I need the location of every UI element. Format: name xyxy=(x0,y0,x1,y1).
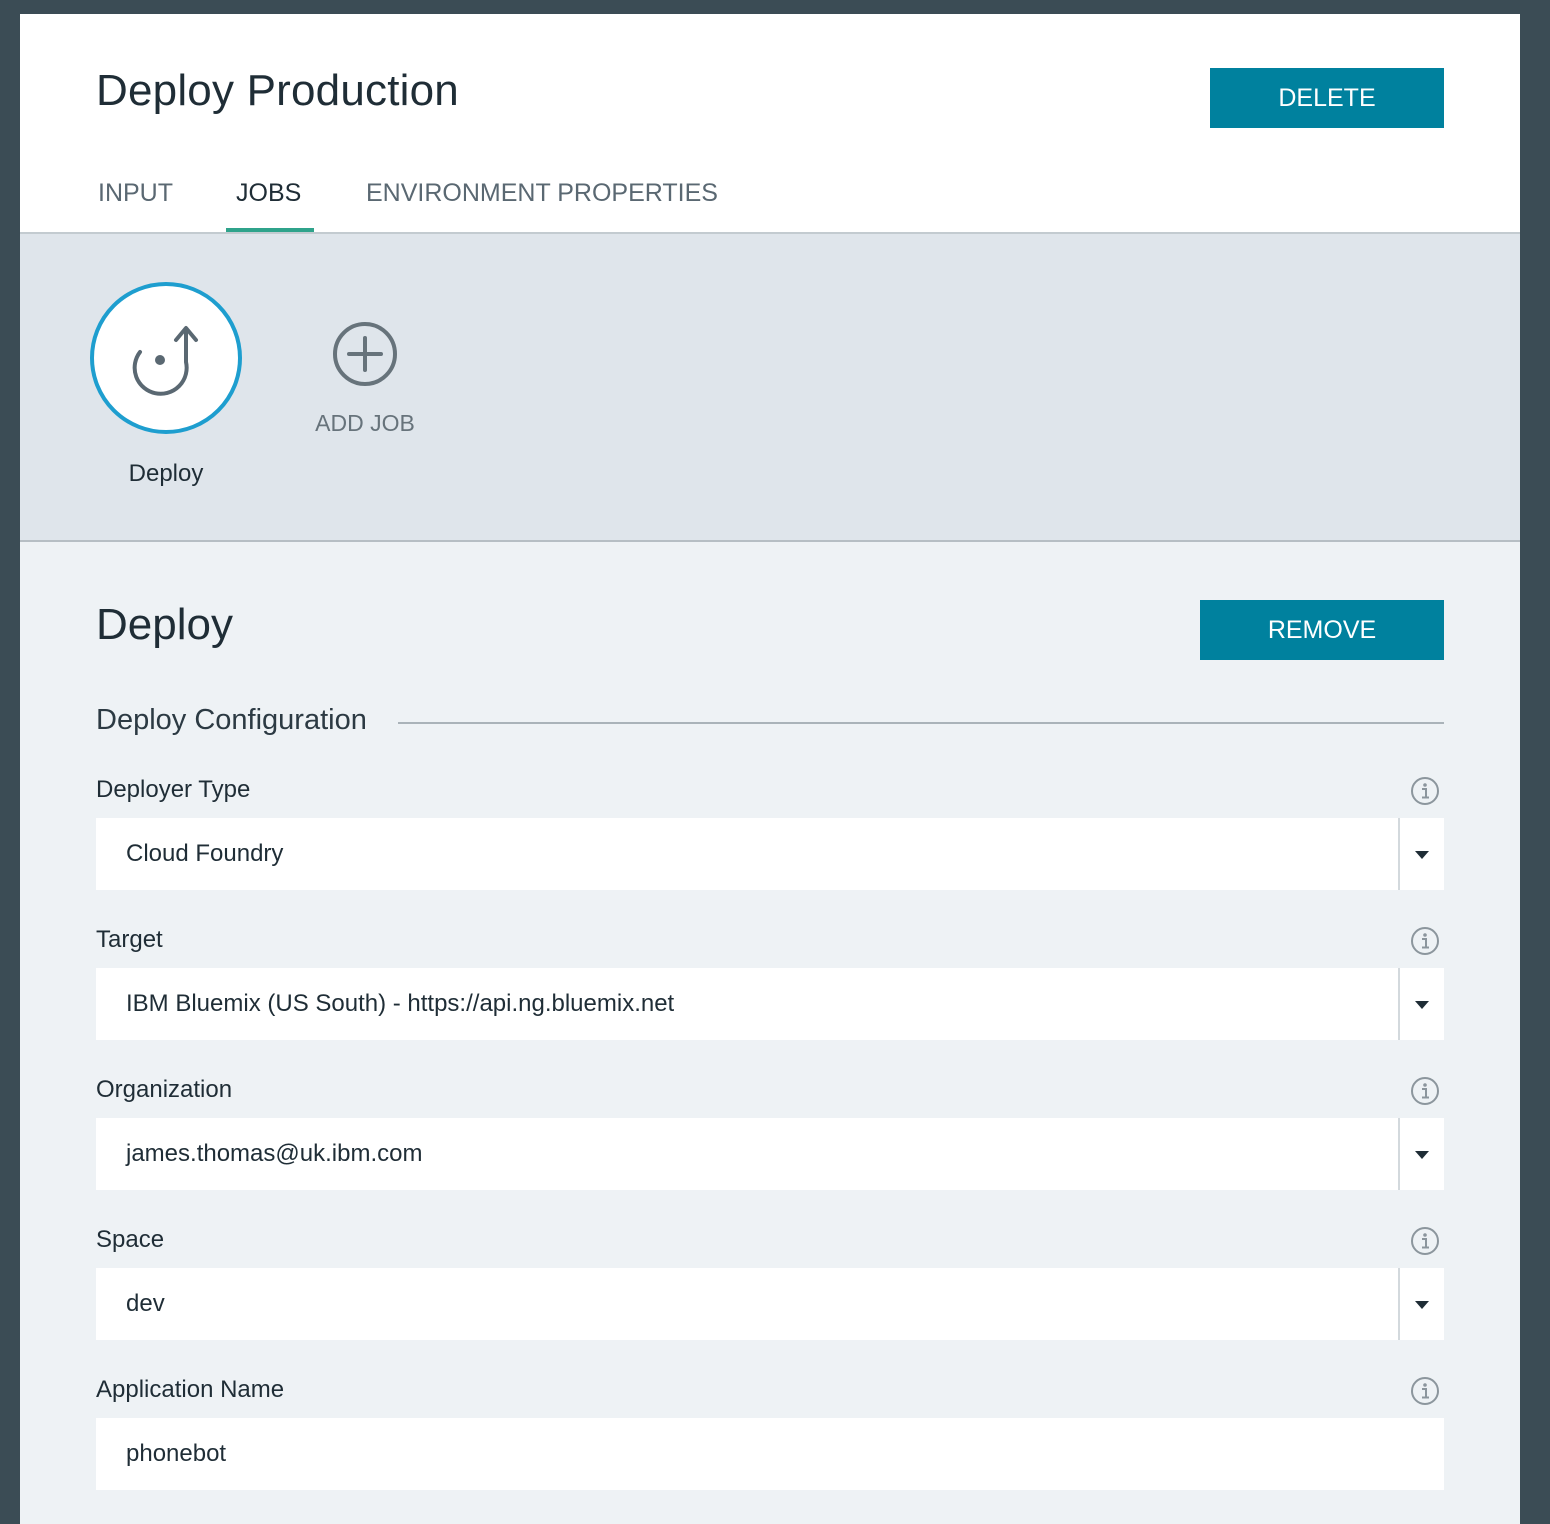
tab-input[interactable]: INPUT xyxy=(98,174,173,232)
plus-circle-icon xyxy=(333,322,397,386)
add-job-label: ADD JOB xyxy=(315,410,415,436)
space-select[interactable]: dev xyxy=(96,1268,1444,1340)
tab-environment-properties[interactable]: ENVIRONMENT PROPERTIES xyxy=(366,174,718,232)
deployer-type-value: Cloud Foundry xyxy=(126,840,284,867)
info-icon[interactable] xyxy=(1410,776,1440,806)
target-value: IBM Bluemix (US South) - https://api.ng.… xyxy=(126,990,675,1017)
organization-select[interactable]: james.thomas@uk.ibm.com xyxy=(96,1118,1444,1190)
section-divider xyxy=(398,722,1444,724)
remove-button[interactable]: REMOVE xyxy=(1200,600,1444,660)
target-dropdown-button[interactable] xyxy=(1398,968,1444,1040)
caret-down-icon xyxy=(1415,1001,1429,1009)
job-deploy-node[interactable] xyxy=(90,282,242,434)
deployer-type-select[interactable]: Cloud Foundry xyxy=(96,818,1444,890)
deploy-configuration-heading: Deploy Configuration xyxy=(96,704,367,736)
info-icon[interactable] xyxy=(1410,1076,1440,1106)
organization-dropdown-button[interactable] xyxy=(1398,1118,1444,1190)
tab-jobs[interactable]: JOBS xyxy=(236,174,301,232)
info-icon[interactable] xyxy=(1410,1376,1440,1406)
caret-down-icon xyxy=(1415,1151,1429,1159)
space-dropdown-button[interactable] xyxy=(1398,1268,1444,1340)
delete-button[interactable]: DELETE xyxy=(1210,68,1444,128)
caret-down-icon xyxy=(1415,851,1429,859)
application-name-input[interactable] xyxy=(96,1418,1444,1490)
jobs-strip: Deploy ADD JOB xyxy=(20,234,1520,542)
caret-down-icon xyxy=(1415,1301,1429,1309)
stage-editor-panel: Deploy Production DELETE INPUT JOBS ENVI… xyxy=(20,14,1520,1524)
job-deploy-label: Deploy xyxy=(128,460,204,487)
add-job-button[interactable]: ADD JOB xyxy=(290,320,440,450)
target-select[interactable]: IBM Bluemix (US South) - https://api.ng.… xyxy=(96,968,1444,1040)
deployer-type-label: Deployer Type xyxy=(96,776,251,803)
job-title: Deploy xyxy=(96,600,233,649)
info-icon[interactable] xyxy=(1410,1226,1440,1256)
active-tab-indicator xyxy=(226,228,314,232)
info-icon[interactable] xyxy=(1410,926,1440,956)
page-title: Deploy Production xyxy=(96,66,459,115)
application-name-label: Application Name xyxy=(96,1376,285,1403)
space-value: dev xyxy=(126,1290,165,1317)
deployer-type-dropdown-button[interactable] xyxy=(1398,818,1444,890)
target-label: Target xyxy=(96,926,163,953)
deploy-icon xyxy=(132,326,198,396)
organization-label: Organization xyxy=(96,1076,233,1103)
stage-tabs: INPUT JOBS ENVIRONMENT PROPERTIES xyxy=(20,174,1520,232)
space-label: Space xyxy=(96,1226,165,1253)
organization-value: james.thomas@uk.ibm.com xyxy=(126,1140,423,1167)
stage-header: Deploy Production DELETE INPUT JOBS ENVI… xyxy=(20,14,1520,234)
